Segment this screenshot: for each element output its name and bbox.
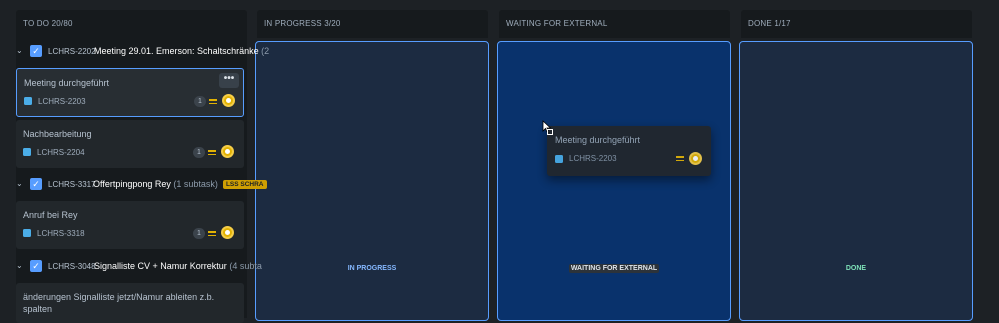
parent-issue-key[interactable]: LCHRS-3048: [48, 262, 96, 271]
card-title: Meeting durchgeführt: [555, 135, 641, 145]
dropzone-waiting[interactable]: WAITING FOR EXTERNAL: [497, 41, 731, 321]
subtask-icon: [555, 155, 563, 163]
subtask-icon: [23, 148, 31, 156]
card-key: LCHRS-2203: [569, 154, 617, 163]
dropzone-label: WAITING FOR EXTERNAL: [568, 264, 660, 273]
label-tag: LSS SCHRA: [222, 180, 267, 189]
card-key[interactable]: LCHRS-2204: [37, 148, 85, 157]
chevron-down-icon[interactable]: ⌄: [16, 261, 26, 270]
column-header-todo: TO DO 20/80: [16, 10, 247, 38]
card-key[interactable]: LCHRS-2203: [38, 97, 86, 106]
subtask-icon: [23, 229, 31, 237]
grab-cursor-icon: [542, 120, 553, 135]
avatar[interactable]: [221, 226, 234, 239]
chevron-down-icon[interactable]: ⌄: [16, 46, 26, 55]
card-title: Meeting durchgeführt: [24, 78, 110, 88]
subtask-icon: [24, 97, 32, 105]
priority-medium-icon: [209, 99, 217, 106]
parent-issue-title: Offertpingpong Rey: [93, 179, 171, 189]
dropzone-in-progress[interactable]: IN PROGRESS: [255, 41, 489, 321]
card-key[interactable]: LCHRS-3318: [37, 229, 85, 238]
parent-issue-row[interactable]: ⌄ ✓ LCHRS-3317 Offertpingpong Rey (1 sub…: [16, 178, 267, 194]
card-title: Anruf bei Rey: [23, 210, 78, 220]
checkbox-icon: ✓: [30, 45, 42, 57]
column-header-done: DONE 1/17: [741, 10, 972, 38]
chevron-down-icon[interactable]: ⌄: [16, 179, 26, 188]
dropzone-label: IN PROGRESS: [347, 265, 397, 272]
parent-issue-title: Signalliste CV + Namur Korrektur: [94, 261, 227, 271]
issue-card[interactable]: Nachbearbeitung LCHRS-2204 1: [16, 120, 244, 168]
card-title: änderungen Signalliste jetzt/Namur ablei…: [23, 291, 214, 315]
issue-card[interactable]: Anruf bei Rey LCHRS-3318 1: [16, 201, 244, 249]
card-title-line: spalten: [23, 304, 53, 314]
priority-medium-icon: [208, 150, 216, 157]
avatar: [689, 152, 702, 165]
count-badge: 1: [193, 147, 205, 158]
issue-card[interactable]: Meeting durchgeführt ••• LCHRS-2203 1: [16, 68, 244, 117]
parent-issue-title: Meeting 29.01. Emerson: Schaltschränke: [94, 46, 259, 56]
parent-issue-row[interactable]: ⌄ ✓ LCHRS-2202 Meeting 29.01. Emerson: S…: [16, 45, 269, 61]
column-header-waiting: WAITING FOR EXTERNAL: [499, 10, 730, 38]
subtask-count: (2: [261, 46, 270, 56]
parent-issue-key[interactable]: LCHRS-2202: [48, 47, 96, 56]
avatar[interactable]: [222, 94, 235, 107]
dropzone-label: DONE: [845, 265, 867, 272]
card-title: Nachbearbeitung: [23, 129, 92, 139]
checkbox-icon: ✓: [30, 178, 42, 190]
issue-card[interactable]: änderungen Signalliste jetzt/Namur ablei…: [16, 283, 244, 323]
column-header-in-progress: IN PROGRESS 3/20: [257, 10, 488, 38]
priority-medium-icon: [676, 156, 684, 163]
count-badge: 1: [193, 228, 205, 239]
dropzone-done[interactable]: DONE: [739, 41, 973, 321]
dragging-card[interactable]: Meeting durchgeführt LCHRS-2203: [547, 126, 711, 176]
parent-issue-key[interactable]: LCHRS-3317: [48, 180, 96, 189]
more-icon[interactable]: •••: [219, 73, 239, 88]
avatar[interactable]: [221, 145, 234, 158]
count-badge: 1: [194, 96, 206, 107]
subtask-count: (4 subta: [229, 261, 262, 271]
priority-medium-icon: [208, 231, 216, 238]
parent-issue-row[interactable]: ⌄ ✓ LCHRS-3048 Signalliste CV + Namur Ko…: [16, 260, 262, 276]
card-title-line: änderungen Signalliste jetzt/Namur ablei…: [23, 292, 215, 302]
subtask-count: (1 subtask): [173, 179, 218, 189]
checkbox-icon: ✓: [30, 260, 42, 272]
